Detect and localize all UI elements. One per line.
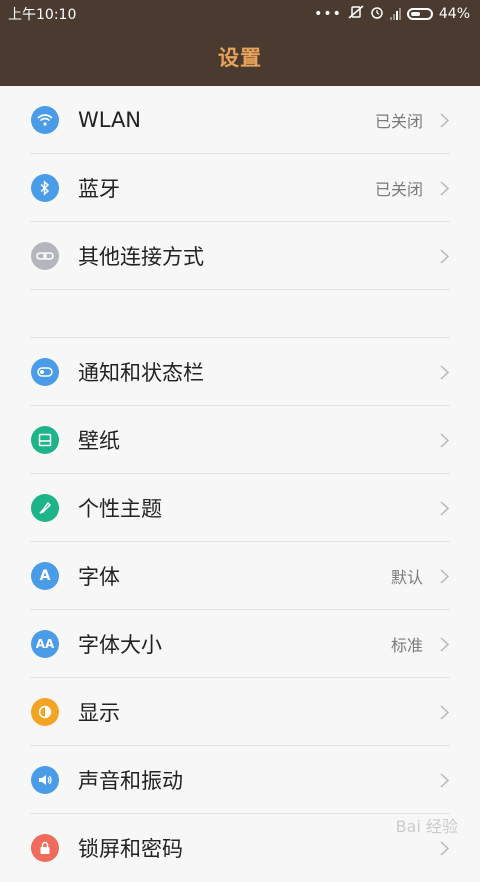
status-time: 上午10:10 (8, 7, 77, 23)
settings-list: WLAN 已关闭 蓝牙 已关闭 其他连接方式 通知和状态栏 壁纸 个性主题 A … (0, 86, 480, 882)
settings-item-themes[interactable]: 个性主题 (0, 474, 480, 542)
settings-item-wlan[interactable]: WLAN 已关闭 (0, 86, 480, 154)
chevron-right-icon (438, 772, 450, 788)
page-title: 设置 (218, 46, 262, 70)
chevron-right-icon (438, 180, 450, 196)
chevron-right-icon (438, 112, 450, 128)
settings-item-label: 锁屏和密码 (78, 837, 183, 861)
settings-item-value: 已关闭 (374, 112, 423, 131)
wifi-icon (31, 106, 59, 134)
vibrate-off-icon (348, 5, 364, 23)
toggle-icon (31, 358, 59, 386)
settings-item-font-size[interactable]: AA 字体大小 标准 (0, 610, 480, 678)
more-dots-icon: ••• (314, 6, 342, 22)
settings-group-personalization: 通知和状态栏 壁纸 个性主题 A 字体 默认 AA 字体大小 标准 显示 声音和… (0, 338, 480, 882)
settings-item-label: 蓝牙 (78, 177, 120, 201)
chevron-right-icon (438, 364, 450, 380)
watermark: Bai 经验 (395, 817, 458, 836)
link-icon (31, 242, 59, 270)
display-icon (31, 698, 59, 726)
settings-item-label: 声音和振动 (78, 769, 183, 793)
font-icon: A (31, 562, 59, 590)
chevron-right-icon (438, 500, 450, 516)
settings-item-bluetooth[interactable]: 蓝牙 已关闭 (0, 154, 480, 222)
chevron-right-icon (438, 432, 450, 448)
battery-icon (406, 8, 433, 20)
status-bar: 上午10:10 ••• 44% (0, 0, 480, 28)
settings-item-display[interactable]: 显示 (0, 678, 480, 746)
battery-percent: 44% (438, 6, 470, 22)
settings-item-sound[interactable]: 声音和振动 (0, 746, 480, 814)
chevron-right-icon (438, 704, 450, 720)
settings-group-connections: WLAN 已关闭 蓝牙 已关闭 其他连接方式 (0, 86, 480, 290)
settings-item-font[interactable]: A 字体 默认 (0, 542, 480, 610)
settings-item-notifications[interactable]: 通知和状态栏 (0, 338, 480, 406)
settings-item-label: WLAN (78, 108, 142, 132)
lock-icon (31, 834, 59, 862)
signal-icon (389, 8, 401, 20)
chevron-right-icon (438, 636, 450, 652)
settings-item-label: 通知和状态栏 (78, 361, 204, 385)
chevron-right-icon (438, 840, 450, 856)
settings-item-label: 显示 (78, 701, 120, 725)
settings-item-label: 字体 (78, 565, 120, 589)
settings-item-label: 壁纸 (78, 429, 120, 453)
font-size-icon: AA (31, 630, 59, 658)
settings-item-value: 标准 (390, 636, 423, 655)
settings-item-other-connections[interactable]: 其他连接方式 (0, 222, 480, 290)
alarm-icon (370, 5, 384, 23)
settings-item-label: 个性主题 (78, 497, 162, 521)
speaker-icon (31, 766, 59, 794)
chevron-right-icon (438, 568, 450, 584)
bluetooth-icon (31, 174, 59, 202)
settings-item-wallpaper[interactable]: 壁纸 (0, 406, 480, 474)
group-spacer (0, 290, 480, 338)
settings-item-label: 其他连接方式 (78, 245, 204, 269)
chevron-right-icon (438, 248, 450, 264)
settings-item-label: 字体大小 (78, 633, 162, 657)
brush-icon (31, 494, 59, 522)
settings-item-value: 已关闭 (374, 180, 423, 199)
app-header: 设置 (0, 28, 480, 86)
settings-item-value: 默认 (390, 568, 423, 587)
wallpaper-icon (31, 426, 59, 454)
